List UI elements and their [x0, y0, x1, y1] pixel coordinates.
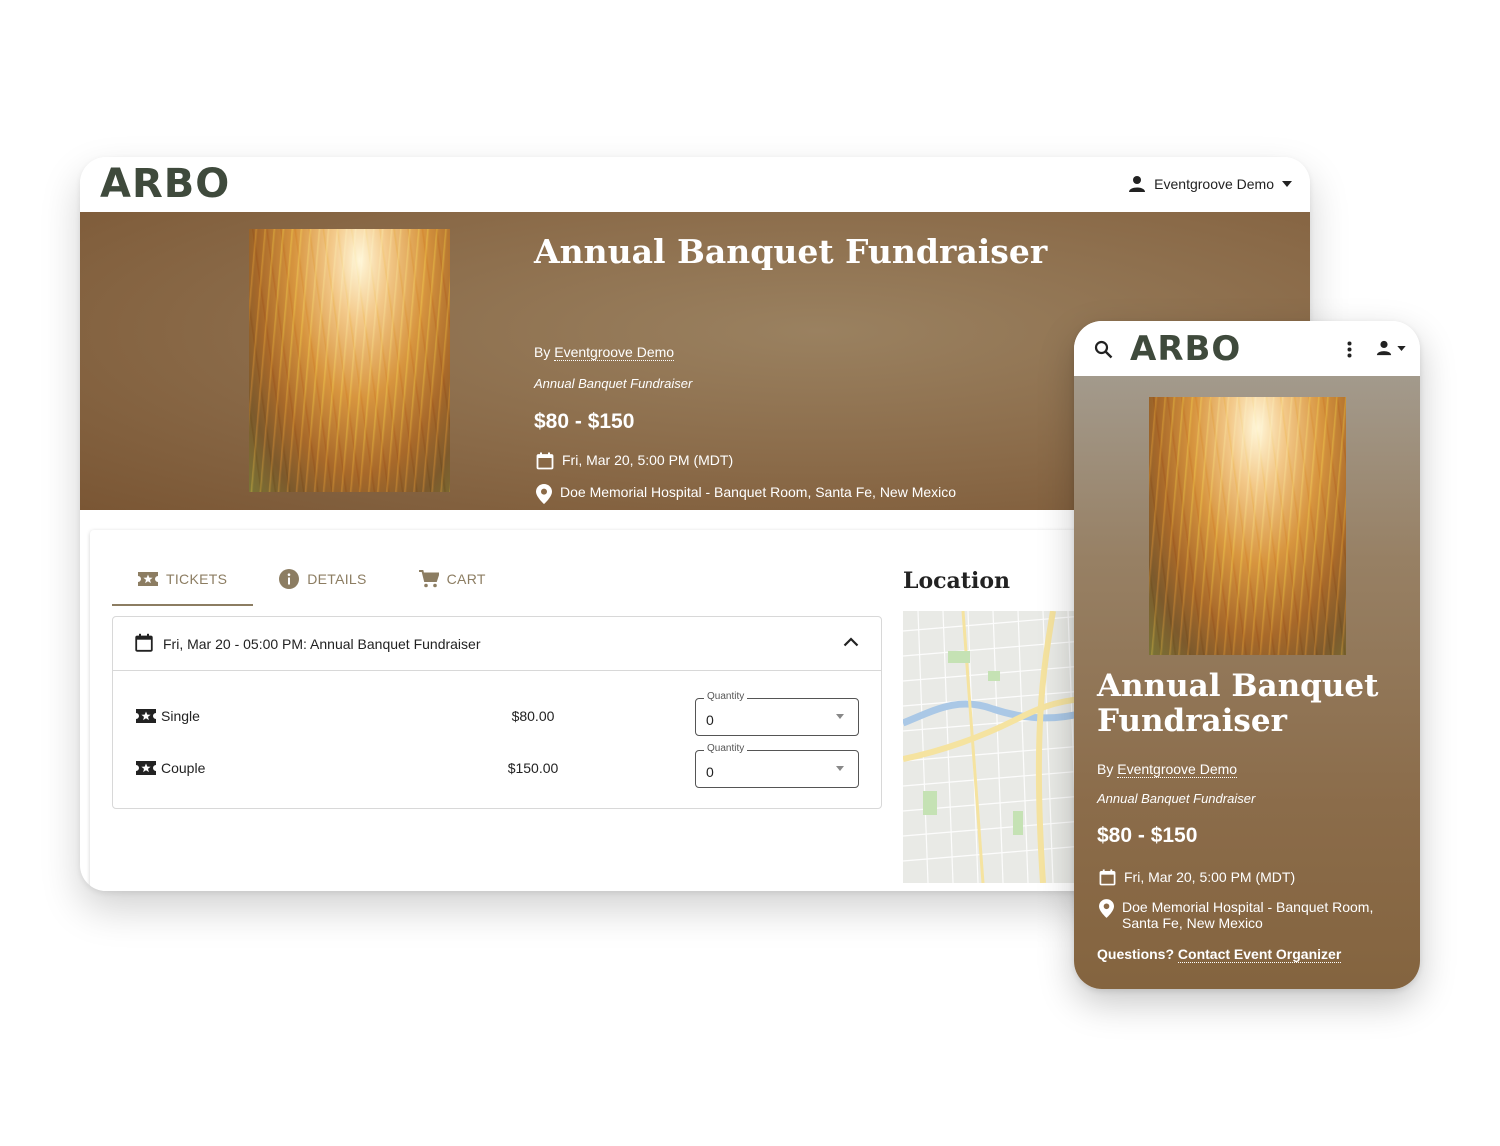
event-datetime-row: Fri, Mar 20, 5:00 PM (MDT): [1099, 869, 1295, 886]
venue-line: Doe Memorial Hospital - Banquet Room,: [1122, 899, 1374, 915]
price-range: $80 - $150: [1097, 824, 1198, 847]
tab-cart-label: CART: [446, 571, 486, 587]
ticket-icon: [136, 708, 156, 724]
event-venue[interactable]: Doe Memorial Hospital - Banquet Room, Sa…: [560, 484, 956, 500]
ticket-name: Single: [161, 708, 200, 724]
more-vertical-icon[interactable]: [1347, 341, 1352, 358]
tab-details-label: DETAILS: [307, 571, 367, 587]
price-range: $80 - $150: [534, 410, 635, 433]
account-menu[interactable]: [1376, 340, 1406, 356]
event-venue[interactable]: Doe Memorial Hospital - Banquet Room, Sa…: [1122, 899, 1373, 931]
chevron-up-icon[interactable]: [843, 637, 859, 647]
ticket-price: $150.00: [507, 760, 559, 776]
brand-logo[interactable]: ARBO: [100, 161, 230, 207]
event-title-line: Fundraiser: [1097, 703, 1287, 739]
caret-down-icon: [1282, 181, 1292, 187]
quantity-label: Quantity: [704, 743, 748, 754]
ticket-row: Couple $150.00 Quantity 0: [113, 743, 881, 790]
calendar-icon: [536, 452, 554, 470]
quantity-value: 0: [706, 764, 714, 780]
event-title: Annual Banquet Fundraiser: [1097, 669, 1407, 739]
event-poster-image: [1149, 397, 1346, 655]
ticket-row: Single $80.00 Quantity 0: [113, 691, 881, 738]
calendar-icon: [135, 633, 153, 652]
calendar-icon: [1099, 869, 1116, 886]
top-bar: ARBO Eventgroove Demo: [80, 157, 1310, 212]
tab-cart[interactable]: CART: [393, 554, 512, 604]
mobile-top-bar: ARBO: [1074, 321, 1420, 376]
venue-line: Santa Fe, New Mexico: [1122, 915, 1263, 931]
session-accordion: Fri, Mar 20 - 05:00 PM: Annual Banquet F…: [112, 616, 882, 809]
user-icon: [1128, 175, 1146, 193]
ticket-name: Couple: [161, 760, 206, 776]
brand-logo[interactable]: ARBO: [1130, 329, 1241, 369]
location-heading: Location: [903, 568, 1010, 594]
user-icon: [1376, 340, 1392, 356]
caret-down-icon: [1397, 345, 1406, 351]
organizer-link[interactable]: Eventgroove Demo: [554, 344, 675, 361]
info-icon: [279, 569, 300, 589]
location-pin-icon: [536, 484, 552, 504]
event-subtitle: Annual Banquet Fundraiser: [1097, 791, 1256, 806]
tab-tickets[interactable]: TICKETS: [112, 554, 254, 606]
dropdown-arrow-icon: [836, 714, 844, 719]
quantity-value: 0: [706, 712, 714, 728]
session-label: Fri, Mar 20 - 05:00 PM: Annual Banquet F…: [163, 636, 481, 652]
event-datetime: Fri, Mar 20, 5:00 PM (MDT): [562, 452, 734, 468]
ticket-price: $80.00: [511, 708, 555, 724]
mobile-window: ARBO Annual Banquet Fundraiser By Eventg…: [1074, 321, 1420, 989]
event-datetime-row: Fri, Mar 20, 5:00 PM (MDT): [536, 452, 733, 470]
by-prefix: By: [1097, 761, 1114, 777]
organizer-line: By Eventgroove Demo: [534, 344, 675, 361]
search-icon[interactable]: [1094, 340, 1113, 359]
cart-icon: [418, 570, 439, 588]
event-venue-row: Doe Memorial Hospital - Banquet Room, Sa…: [536, 484, 956, 504]
mobile-event-hero: Annual Banquet Fundraiser By Eventgroove…: [1074, 376, 1420, 989]
event-datetime: Fri, Mar 20, 5:00 PM (MDT): [1124, 869, 1296, 885]
event-tabs: TICKETS DETAILS CART: [112, 554, 512, 606]
account-name: Eventgroove Demo: [1154, 176, 1274, 192]
ticket-icon: [136, 760, 156, 776]
questions-prefix: Questions?: [1097, 946, 1175, 962]
ticket-icon: [138, 571, 158, 587]
tab-details[interactable]: DETAILS: [253, 554, 392, 604]
location-map[interactable]: [903, 611, 1083, 883]
event-title-line: Annual Banquet: [1097, 668, 1379, 704]
event-title: Annual Banquet Fundraiser: [534, 232, 1048, 271]
tab-tickets-label: TICKETS: [166, 571, 228, 587]
location-pin-icon: [1099, 899, 1114, 918]
questions-line: Questions? Contact Event Organizer: [1097, 946, 1342, 963]
account-menu[interactable]: Eventgroove Demo: [1128, 175, 1292, 193]
contact-organizer-link[interactable]: Contact Event Organizer: [1177, 946, 1342, 963]
event-poster-image: [249, 229, 450, 492]
session-header[interactable]: Fri, Mar 20 - 05:00 PM: Annual Banquet F…: [113, 617, 881, 671]
event-venue-row: Doe Memorial Hospital - Banquet Room, Sa…: [1099, 899, 1399, 931]
quantity-label: Quantity: [704, 691, 748, 702]
organizer-line: By Eventgroove Demo: [1097, 761, 1238, 778]
dropdown-arrow-icon: [836, 766, 844, 771]
organizer-link[interactable]: Eventgroove Demo: [1117, 761, 1238, 778]
quantity-select[interactable]: Quantity 0: [695, 743, 859, 788]
by-prefix: By: [534, 344, 551, 360]
quantity-select[interactable]: Quantity 0: [695, 691, 859, 736]
event-subtitle: Annual Banquet Fundraiser: [534, 376, 693, 391]
